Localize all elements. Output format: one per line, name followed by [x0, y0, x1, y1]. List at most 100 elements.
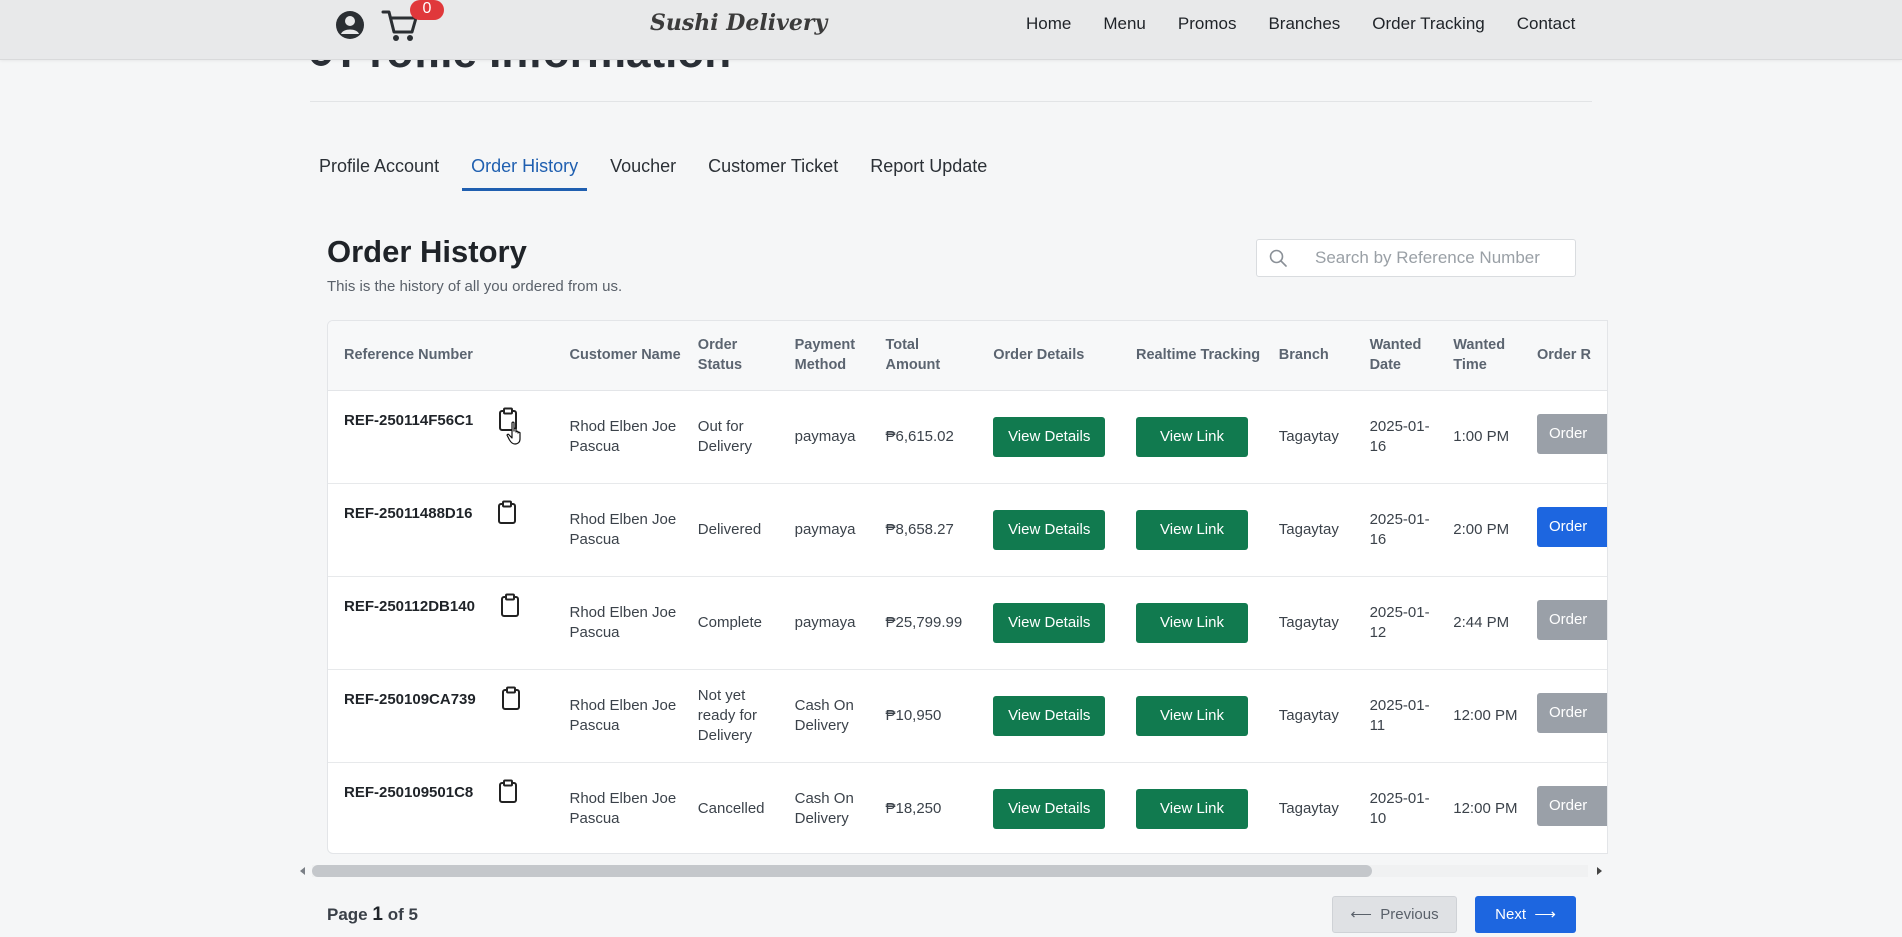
table-header-row: Reference Number Customer Name Order Sta… [328, 321, 1607, 391]
customer-name: Rhod Elben Joe Pascua [569, 789, 677, 827]
view-details-button[interactable]: View Details [993, 416, 1106, 457]
view-link-button[interactable]: View Link [1136, 602, 1248, 643]
reference-cell: REF-250112DB140 [328, 576, 554, 670]
reference-cell: REF-250109501C8 [328, 762, 553, 853]
next-page-button[interactable]: Next ⟶ [1475, 896, 1576, 933]
view-details-button[interactable]: View Details [993, 509, 1106, 550]
nav-link-contact[interactable]: Contact [1501, 14, 1592, 34]
col-header-status[interactable]: Order Status [681, 321, 779, 391]
branch: Tagaytay [1278, 799, 1339, 817]
reference-number: REF-250109501C8 [344, 783, 474, 801]
nav-link-home[interactable]: Home [1010, 14, 1087, 34]
table-horizontal-scrollbar[interactable] [300, 864, 1602, 878]
col-header-order-r[interactable]: Order R [1520, 321, 1607, 391]
hand-pointer-cursor-icon [506, 421, 521, 445]
table-row: REF-250109501C8 Rhod Elben Joe Pascua Ca… [328, 762, 1607, 853]
view-details-button[interactable]: View Details [993, 602, 1106, 643]
order-action-cell: Order [1520, 669, 1607, 763]
view-link-button[interactable]: View Link [1136, 416, 1248, 457]
clipboard-icon[interactable] [497, 779, 519, 803]
tab-customer-ticket[interactable]: Customer Ticket [699, 150, 847, 191]
wanted-time: 12:00 PM [1437, 669, 1521, 763]
nav-link-branches[interactable]: Branches [1252, 14, 1356, 34]
payment-method: Cash On Delivery [778, 669, 870, 763]
clipboard-icon[interactable] [496, 500, 518, 524]
payment-method: paymaya [778, 483, 870, 577]
nav-link-order-tracking[interactable]: Order Tracking [1356, 14, 1500, 34]
col-header-total[interactable]: Total Amount [869, 321, 978, 391]
order-details-cell: View Details [977, 762, 1120, 853]
view-details-button[interactable]: View Details [993, 788, 1106, 829]
view-details-button[interactable]: View Details [993, 695, 1106, 736]
reference-number: REF-250112DB140 [344, 597, 475, 615]
order-history-table: Reference Number Customer Name Order Sta… [327, 320, 1608, 854]
col-header-branch[interactable]: Branch [1262, 321, 1354, 391]
order-status: Out for Delivery [681, 390, 779, 484]
search-box [1256, 239, 1576, 277]
order-action-cell: Order [1521, 762, 1607, 853]
nav-link-promos[interactable]: Promos [1162, 14, 1253, 34]
col-header-details[interactable]: Order Details [977, 321, 1120, 391]
tab-order-history[interactable]: Order History [462, 150, 588, 191]
tab-profile-account[interactable]: Profile Account [310, 150, 448, 191]
cart-count-badge: 0 [410, 0, 444, 20]
brand-logo[interactable]: Sushi Delivery [650, 10, 827, 36]
reference-number: REF-250114F56C1 [344, 411, 474, 429]
tracking-cell: View Link [1120, 390, 1263, 484]
order-status: Not yet ready for Delivery [681, 669, 779, 763]
col-header-customer[interactable]: Customer Name [553, 321, 682, 391]
tracking-cell: View Link [1120, 576, 1263, 670]
order-status: Cancelled [697, 799, 765, 817]
col-header-wanted-date[interactable]: Wanted Date [1353, 321, 1438, 391]
order-action-button[interactable]: Order [1536, 413, 1607, 454]
user-account-icon[interactable] [335, 10, 365, 40]
view-link-button[interactable]: View Link [1136, 695, 1248, 736]
reference-number: REF-250109CA739 [344, 690, 476, 708]
payment-method: Cash On Delivery [794, 789, 854, 827]
search-input[interactable] [1315, 240, 1565, 276]
wanted-time: 12:00 PM [1453, 799, 1518, 817]
wanted-time: 2:44 PM [1437, 576, 1521, 670]
section-title: Order History [327, 234, 527, 269]
order-action-button[interactable]: Order [1536, 506, 1607, 547]
arrow-left-icon: ⟵ [1350, 906, 1372, 923]
total-amount: ₱25,799.99 [869, 576, 978, 670]
clipboard-icon[interactable] [499, 593, 521, 617]
reference-cell: REF-250109CA739 [328, 669, 554, 763]
section-subtitle: This is the history of all you ordered f… [327, 278, 623, 295]
scrollbar-thumb[interactable] [312, 865, 1372, 877]
col-header-tracking[interactable]: Realtime Tracking [1120, 321, 1263, 391]
order-details-cell: View Details [977, 669, 1120, 763]
total-amount: ₱8,658.27 [869, 483, 978, 577]
order-action-cell: Order [1520, 576, 1607, 670]
tracking-cell: View Link [1120, 669, 1263, 763]
order-action-button[interactable]: Order [1536, 785, 1607, 826]
nav-links: Home Menu Promos Branches Order Tracking… [1010, 0, 1591, 48]
customer-name: Rhod Elben Joe Pascua [553, 576, 682, 670]
col-header-wanted-time[interactable]: Wanted Time [1437, 321, 1521, 391]
pagination-info: Page 1 of 5 [327, 904, 418, 925]
customer-name: Rhod Elben Joe Pascua [553, 390, 682, 484]
previous-page-button[interactable]: ⟵ Previous [1332, 896, 1457, 933]
scroll-right-arrow-icon[interactable] [1597, 867, 1602, 875]
nav-link-menu[interactable]: Menu [1087, 14, 1162, 34]
col-header-payment[interactable]: Payment Method [778, 321, 870, 391]
view-link-button[interactable]: View Link [1136, 509, 1248, 550]
wanted-time: 1:00 PM [1437, 390, 1521, 484]
clipboard-icon[interactable] [500, 686, 522, 710]
col-header-reference[interactable]: Reference Number [328, 321, 554, 391]
reference-cell: REF-25011488D16 [328, 483, 554, 577]
branch: Tagaytay [1262, 669, 1354, 763]
wanted-date: 2025-01-12 [1353, 576, 1438, 670]
tab-voucher[interactable]: Voucher [601, 150, 685, 191]
payment-method: paymaya [778, 390, 870, 484]
branch: Tagaytay [1262, 576, 1354, 670]
order-action-button[interactable]: Order [1536, 599, 1607, 640]
order-action-button[interactable]: Order [1536, 692, 1607, 733]
table-row: REF-250109CA739 Rhod Elben Joe Pascua No… [328, 669, 1607, 763]
reference-number: REF-25011488D16 [344, 504, 473, 522]
tab-report-update[interactable]: Report Update [861, 150, 996, 191]
scroll-left-arrow-icon[interactable] [300, 867, 305, 875]
view-link-button[interactable]: View Link [1136, 788, 1248, 829]
wanted-date: 2025-01-11 [1353, 669, 1438, 763]
